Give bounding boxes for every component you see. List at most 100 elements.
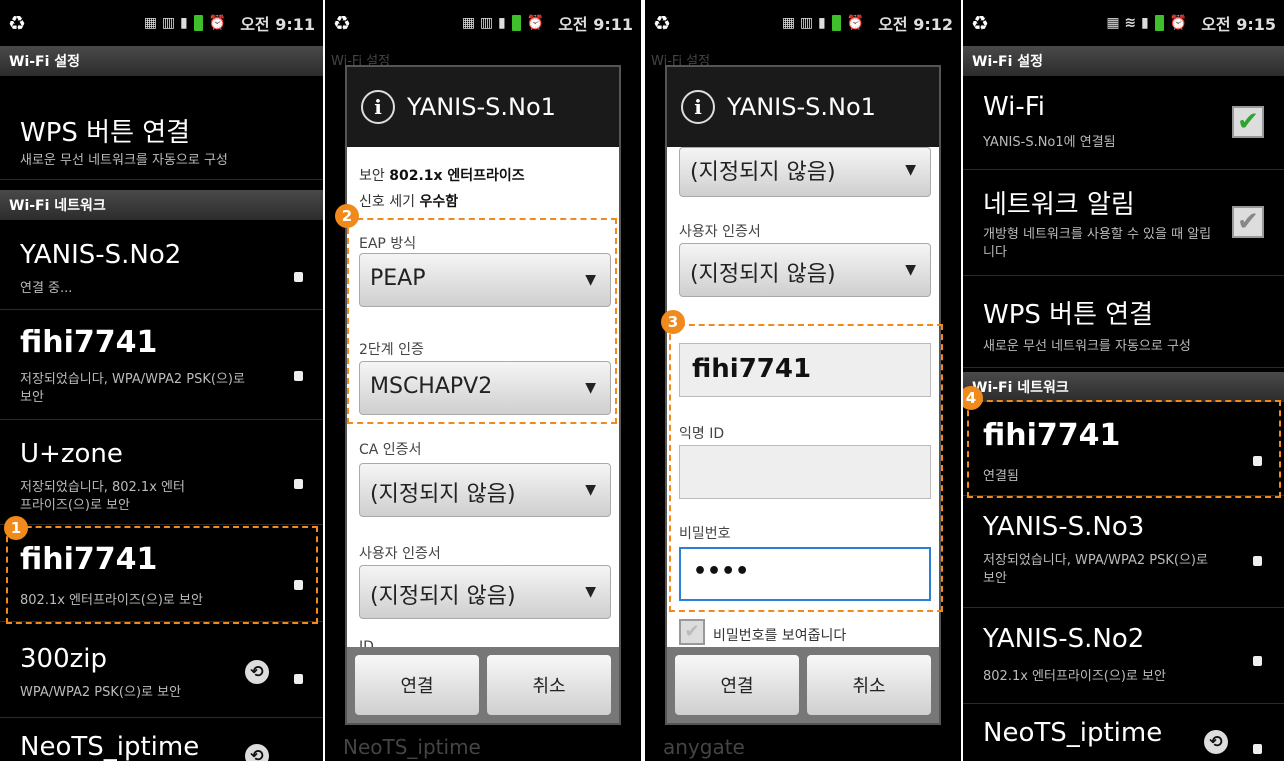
wps-icon: ⟲ bbox=[245, 660, 269, 684]
network-status: 802.1x 엔터프라이즈(으)로 보안 bbox=[983, 669, 1166, 684]
step-badge: 3 bbox=[661, 310, 685, 334]
network-status: 저장되었습니다, 802.1x 엔터프라이즈(으)로 보안 bbox=[20, 480, 185, 513]
recycle-icon: ♻ bbox=[653, 11, 671, 35]
lock-icon bbox=[294, 674, 303, 684]
dialog-buttons: 연결 취소 bbox=[667, 647, 939, 723]
status-time: 오전 9:15 bbox=[1201, 15, 1276, 34]
network-name: YANIS-S.No2 bbox=[983, 624, 1145, 654]
network-notify-item[interactable]: 네트워크 알림 개방형 네트워크를 사용할 수 있을 때 알립니다 ✔ bbox=[963, 172, 1284, 276]
network-name: YANIS-S.No2 bbox=[20, 240, 182, 270]
network-notify-subtitle: 개방형 네트워크를 사용할 수 있을 때 알립니다 bbox=[983, 227, 1212, 260]
battery-icon bbox=[1154, 15, 1164, 31]
network-item[interactable]: YANIS-S.No2 연결 중... bbox=[0, 228, 323, 310]
network-item[interactable]: NeoTS_iptime ⟲ bbox=[0, 722, 323, 761]
battery-icon bbox=[831, 15, 841, 31]
show-password-checkbox[interactable]: ✔ bbox=[679, 619, 705, 645]
step-badge: 2 bbox=[335, 204, 359, 228]
background-network-name: anygate bbox=[663, 735, 745, 759]
network-notify-title: 네트워크 알림 bbox=[983, 190, 1135, 220]
dropdown-arrow-icon: ▼ bbox=[585, 584, 596, 600]
status-time: 오전 9:11 bbox=[558, 15, 633, 34]
wps-item[interactable]: WPS 버튼 연결 새로운 무선 네트워크를 자동으로 구성 bbox=[963, 280, 1284, 368]
dialog-buttons: 연결 취소 bbox=[347, 647, 619, 723]
network-item[interactable]: fihi7741 저장되었습니다, WPA/WPA2 PSK(으)로 보안 bbox=[0, 315, 323, 420]
wps-subtitle: 새로운 무선 네트워크를 자동으로 구성 bbox=[20, 153, 228, 168]
network-item[interactable]: YANIS-S.No2 802.1x 엔터프라이즈(으)로 보안 bbox=[963, 612, 1284, 704]
info-icon: i bbox=[681, 90, 715, 124]
highlight-box bbox=[669, 324, 943, 612]
network-item[interactable]: 300zip WPA/WPA2 PSK(으)로 보안 ⟲ bbox=[0, 630, 323, 718]
cancel-button[interactable]: 취소 bbox=[807, 655, 931, 715]
show-password-label: 비밀번호를 보여줍니다 bbox=[713, 628, 847, 644]
lock-icon bbox=[1253, 656, 1262, 666]
dialog-header: i YANIS-S.No1 bbox=[667, 67, 939, 147]
network-item[interactable]: NeoTS_iptime ⟲ bbox=[963, 708, 1284, 761]
panel-wifi-list-2: ♻ ▦ ≋ ▮ ⏰ 오전 9:15 Wi-Fi 설정 Wi-Fi YANIS-S.N… bbox=[963, 0, 1284, 761]
connect-button[interactable]: 연결 bbox=[355, 655, 479, 715]
wifi-checkbox[interactable]: ✔ bbox=[1232, 106, 1264, 138]
status-time: 오전 9:11 bbox=[240, 15, 315, 34]
wps-title: WPS 버튼 연결 bbox=[20, 118, 191, 148]
section-header-wifi-settings: Wi-Fi 설정 bbox=[0, 46, 323, 76]
lock-icon bbox=[294, 272, 303, 282]
wps-item[interactable]: WPS 버튼 연결 새로운 무선 네트워크를 자동으로 구성 bbox=[0, 92, 323, 180]
section-header-wifi-settings: Wi-Fi 설정 bbox=[963, 46, 1284, 76]
panel-wifi-list-1: ♻ ▦ ▥ ▮ ⏰ 오전 9:11 Wi-Fi 설정 WPS 버튼 연결 새로운 무… bbox=[0, 0, 323, 761]
info-icon: i bbox=[361, 90, 395, 124]
lock-icon bbox=[1253, 556, 1262, 566]
battery-icon bbox=[511, 15, 521, 31]
ca-cert-select[interactable]: (지정되지 않음) ▼ bbox=[359, 463, 611, 517]
network-status: 저장되었습니다, WPA/WPA2 PSK(으)로 보안 bbox=[983, 553, 1208, 586]
section-header-networks: Wi-Fi 네트워크 bbox=[963, 372, 1284, 402]
signal-row: 신호 세기 우수함 bbox=[359, 191, 458, 211]
dialog-title: YANIS-S.No1 bbox=[407, 93, 556, 121]
dropdown-arrow-icon: ▼ bbox=[905, 162, 916, 178]
lock-icon bbox=[294, 479, 303, 489]
user-cert-select[interactable]: (지정되지 않음) ▼ bbox=[359, 565, 611, 619]
user-cert-label: 사용자 인증서 bbox=[359, 546, 441, 562]
network-name: NeoTS_iptime bbox=[20, 732, 200, 761]
network-name: 300zip bbox=[20, 644, 108, 674]
dropdown-arrow-icon: ▼ bbox=[585, 482, 596, 498]
battery-icon bbox=[193, 15, 203, 31]
status-icons: ▦ ≋ ▮ ⏰ 오전 9:15 bbox=[1106, 11, 1276, 35]
status-bar: ♻ ▦ ▥ ▮ ⏰ 오전 9:12 bbox=[645, 0, 961, 46]
dialog-header: i YANIS-S.No1 bbox=[347, 67, 619, 147]
wifi-subtitle: YANIS-S.No1에 연결됨 bbox=[983, 135, 1116, 150]
network-name: YANIS-S.No3 bbox=[983, 512, 1145, 542]
user-cert-select[interactable]: (지정되지 않음) ▼ bbox=[679, 243, 931, 297]
status-bar: ♻ ▦ ▥ ▮ ⏰ 오전 9:11 bbox=[325, 0, 641, 46]
network-status: 저장되었습니다, WPA/WPA2 PSK(으)로 보안 bbox=[20, 372, 245, 405]
recycle-icon: ♻ bbox=[333, 11, 351, 35]
network-name: NeoTS_iptime bbox=[983, 718, 1163, 748]
user-cert-value: (지정되지 않음) bbox=[690, 262, 836, 287]
security-row: 보안 802.1x 엔터프라이즈 bbox=[359, 165, 525, 185]
network-item[interactable]: U+zone 저장되었습니다, 802.1x 엔터프라이즈(으)로 보안 bbox=[0, 425, 323, 525]
dropdown-arrow-icon: ▼ bbox=[905, 262, 916, 278]
status-bar: ♻ ▦ ≋ ▮ ⏰ 오전 9:15 bbox=[963, 0, 1284, 46]
user-cert-value: (지정되지 않음) bbox=[370, 584, 516, 609]
highlight-box bbox=[6, 526, 318, 624]
signal-label: 신호 세기 bbox=[359, 194, 415, 210]
connect-button[interactable]: 연결 bbox=[675, 655, 799, 715]
wps-title: WPS 버튼 연결 bbox=[983, 300, 1154, 330]
network-status: 연결 중... bbox=[20, 281, 73, 296]
recycle-icon: ♻ bbox=[8, 11, 26, 35]
recycle-icon: ♻ bbox=[971, 11, 989, 35]
security-label: 보안 bbox=[359, 168, 385, 184]
cert-select[interactable]: (지정되지 않음) ▼ bbox=[679, 147, 931, 197]
network-notify-checkbox[interactable]: ✔ bbox=[1232, 206, 1264, 238]
wifi-toggle-item[interactable]: Wi-Fi YANIS-S.No1에 연결됨 ✔ bbox=[963, 80, 1284, 170]
status-icons: ▦ ▥ ▮ ⏰ 오전 9:11 bbox=[462, 11, 633, 35]
cancel-button[interactable]: 취소 bbox=[487, 655, 611, 715]
section-header-networks: Wi-Fi 네트워크 bbox=[0, 190, 323, 220]
network-name: fihi7741 bbox=[20, 325, 158, 360]
step-badge: 1 bbox=[4, 516, 28, 540]
ca-cert-value: (지정되지 않음) bbox=[370, 482, 516, 507]
highlight-box bbox=[347, 218, 617, 424]
wifi-title: Wi-Fi bbox=[983, 92, 1046, 122]
panel-eap-dialog: ♻ ▦ ▥ ▮ ⏰ 오전 9:11 Wi-Fi 설정 NeoTS_iptime i … bbox=[325, 0, 641, 761]
security-value: 802.1x 엔터프라이즈 bbox=[389, 168, 525, 184]
dialog-title: YANIS-S.No1 bbox=[727, 93, 876, 121]
network-item[interactable]: YANIS-S.No3 저장되었습니다, WPA/WPA2 PSK(으)로 보안 bbox=[963, 500, 1284, 608]
